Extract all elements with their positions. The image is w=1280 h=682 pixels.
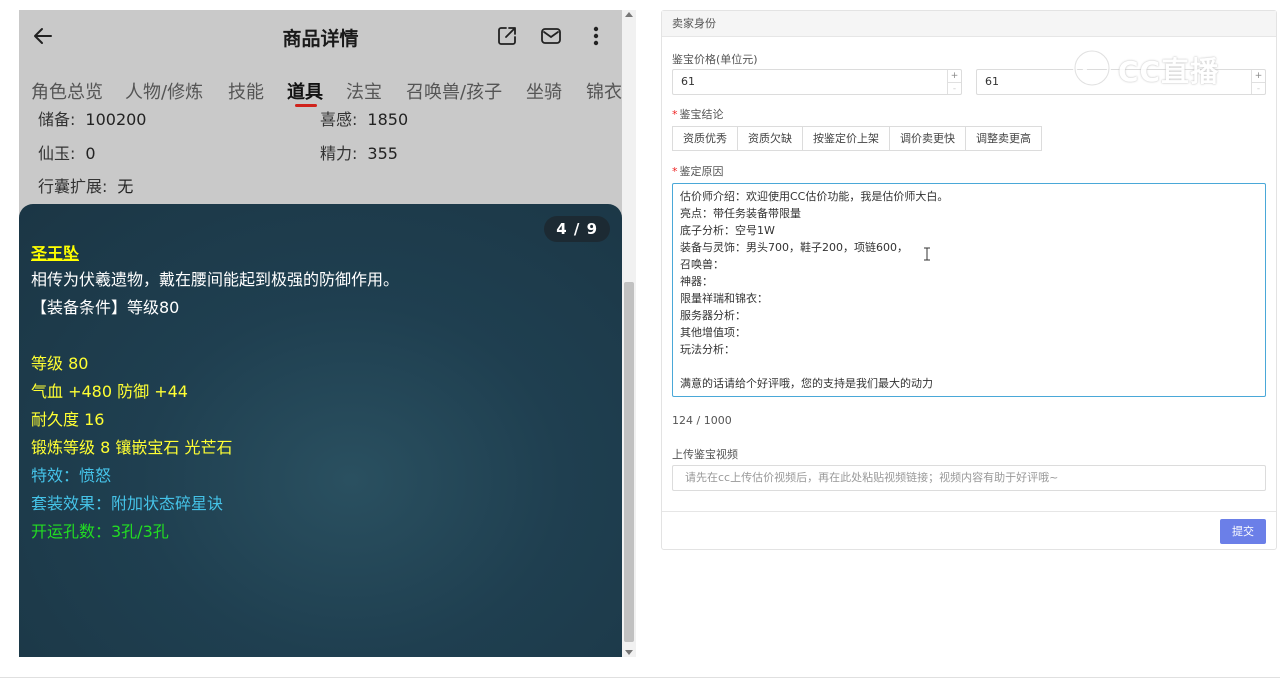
more-icon[interactable] <box>584 24 608 48</box>
item-detail-card: 4 / 9 圣王坠 相传为伏羲遗物，戴在腰间能起到极强的防御作用。 【装备条件】… <box>19 204 622 657</box>
price-min-stepper[interactable]: + - <box>947 70 961 94</box>
video-link-input[interactable]: 请先在cc上传估价视频后，再在此处粘贴视频链接；视频内容有助于好评哦~ <box>672 465 1266 491</box>
increment-icon[interactable]: + <box>948 70 961 82</box>
text-cursor-icon <box>924 247 930 261</box>
item-set-effect: 套装效果：附加状态碎星诀 <box>31 494 224 513</box>
character-stats: 储备: 100200 喜感: 1850 仙玉: 0 精力: 355 行囊扩展: 无 <box>19 110 622 205</box>
page-scrollbar[interactable] <box>622 10 636 657</box>
share-icon[interactable] <box>495 24 519 48</box>
item-condition: 【装备条件】等级80 <box>31 298 180 317</box>
scroll-up-arrow-icon[interactable] <box>625 12 633 17</box>
stat-reserve: 储备: 100200 <box>38 110 147 129</box>
appraisal-form: 卖家身份 鉴宝价格(单位元) 61 + - 61 + - * 鉴宝结论 资质优秀 … <box>661 10 1277 550</box>
page-title: 商品详情 <box>282 28 359 50</box>
stat-joy: 喜感: 1850 <box>320 110 409 129</box>
tab-mounts[interactable]: 坐骑 <box>526 78 562 104</box>
submit-button[interactable]: 提交 <box>1220 519 1266 544</box>
item-hp-defense: 气血 +480 防御 +44 <box>31 382 188 401</box>
active-tab-indicator <box>295 104 317 107</box>
price-label: 鉴宝价格(单位元) <box>672 53 758 66</box>
verdict-sell-higher-button[interactable]: 调整卖更高 <box>965 126 1042 151</box>
watermark-logo: CC直播 <box>1070 46 1270 90</box>
scroll-down-arrow-icon[interactable] <box>625 650 633 655</box>
stat-bag-expansion: 行囊扩展: 无 <box>38 177 134 196</box>
tab-treasure[interactable]: 法宝 <box>346 78 382 104</box>
mobile-viewport: 商品详情 角色总览 人物/修炼 技能 道具 法宝 召唤兽/孩子 坐骑 锦衣 储备… <box>19 10 622 657</box>
mobile-topbar: 商品详情 <box>19 10 622 64</box>
divider <box>0 677 1280 678</box>
tab-skills[interactable]: 技能 <box>228 78 264 104</box>
item-special-effect: 特效：愤怒 <box>31 466 112 485</box>
verdict-excellent-button[interactable]: 资质优秀 <box>672 126 738 151</box>
tab-outfits[interactable]: 锦衣 <box>586 78 622 104</box>
stat-energy: 精力: 355 <box>320 144 398 163</box>
reason-label: * 鉴定原因 <box>672 165 724 178</box>
mail-icon[interactable] <box>539 24 563 48</box>
verdict-button-group: 资质优秀 资质欠缺 按鉴定价上架 调价卖更快 调整卖更高 <box>672 126 1042 151</box>
item-holes: 开运孔数：3孔/3孔 <box>31 522 169 541</box>
verdict-sell-faster-button[interactable]: 调价卖更快 <box>889 126 966 151</box>
scrollbar-thumb[interactable] <box>624 282 634 642</box>
form-footer: 提交 <box>662 511 1276 549</box>
item-forge: 锻炼等级 8 镶嵌宝石 光芒石 <box>31 438 233 457</box>
tab-items[interactable]: 道具 <box>287 78 323 104</box>
cc-logo-icon <box>1073 49 1111 87</box>
price-min-input[interactable]: 61 + - <box>672 69 962 95</box>
form-header: 卖家身份 <box>662 11 1276 37</box>
verdict-list-at-price-button[interactable]: 按鉴定价上架 <box>802 126 890 151</box>
decrement-icon[interactable]: - <box>948 82 961 94</box>
item-name: 圣王坠 <box>31 244 80 263</box>
char-counter: 124 / 1000 <box>672 414 732 427</box>
item-durability: 耐久度 16 <box>31 410 105 429</box>
tab-character[interactable]: 人物/修炼 <box>125 78 203 104</box>
verdict-lacking-button[interactable]: 资质欠缺 <box>737 126 803 151</box>
video-label: 上传鉴宝视频 <box>672 448 738 461</box>
stat-jade: 仙玉: 0 <box>38 144 96 163</box>
item-description: 相传为伏羲遗物，戴在腰间能起到极强的防御作用。 <box>31 270 400 289</box>
verdict-label: * 鉴宝结论 <box>672 108 724 121</box>
tab-overview[interactable]: 角色总览 <box>31 78 103 104</box>
page-indicator: 4 / 9 <box>544 216 610 242</box>
item-level: 等级 80 <box>31 354 89 373</box>
reason-textarea[interactable]: 估价师介绍：欢迎使用CC估价功能，我是估价师大白。 亮点：带任务装备带限量 底子… <box>672 183 1266 397</box>
watermark-text: CC直播 <box>1118 55 1220 88</box>
tab-pets[interactable]: 召唤兽/孩子 <box>406 78 502 104</box>
